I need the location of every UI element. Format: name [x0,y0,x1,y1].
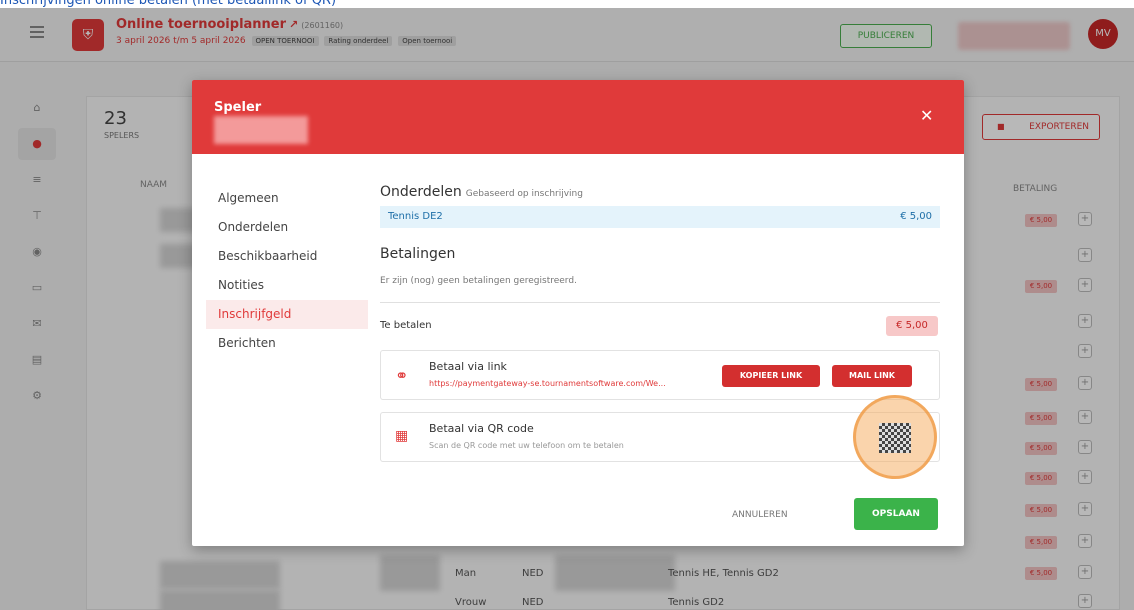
link-icon: ⚭ [395,366,409,385]
betalingen-title: Betalingen [380,246,456,262]
cancel-button[interactable]: ANNULEREN [732,510,788,520]
pay-link-url[interactable]: https://paymentgateway-se.tournamentsoft… [429,379,699,388]
modal-title: Speler [214,100,262,115]
player-name-blurred [214,116,308,144]
onderdeel-price: € 5,00 [900,211,932,222]
pay-qr-subtitle: Scan de QR code met uw telefoon om te be… [429,441,624,450]
menu-item-inschrijfgeld[interactable]: Inschrijfgeld [206,300,368,329]
onderdelen-heading: Onderdelen Gebaseerd op inschrijving [380,184,583,200]
te-betalen-amount: € 5,00 [886,316,938,336]
player-modal: Speler ✕ Algemeen Onderdelen Beschikbaar… [192,80,964,546]
modal-header: Speler ✕ [192,80,964,154]
te-betalen-label: Te betalen [380,320,432,331]
pay-link-title: Betaal via link [429,360,507,373]
menu-item-beschikbaarheid[interactable]: Beschikbaarheid [218,242,368,271]
mail-link-button[interactable]: MAIL LINK [832,365,912,387]
onderdeel-name: Tennis DE2 [388,211,443,222]
qr-code-icon: ▦ [395,428,409,444]
divider [380,302,940,303]
copy-link-button[interactable]: KOPIEER LINK [722,365,820,387]
modal-side-menu: Algemeen Onderdelen Beschikbaarheid Noti… [206,184,368,358]
pay-link-box: ⚭ Betaal via link https://paymentgateway… [380,350,940,400]
onderdeel-row: Tennis DE2 € 5,00 [380,206,940,228]
save-button[interactable]: OPSLAAN [854,498,938,530]
qr-code-image[interactable] [879,423,911,453]
menu-item-notities[interactable]: Notities [218,271,368,300]
menu-item-onderdelen[interactable]: Onderdelen [218,213,368,242]
pay-qr-title: Betaal via QR code [429,422,534,435]
onderdelen-title: Onderdelen [380,184,462,200]
banner-text: Inschrijvingen online betalen (met betaa… [0,0,337,8]
pay-qr-box: ▦ Betaal via QR code Scan de QR code met… [380,395,940,479]
no-payments-text: Er zijn (nog) geen betalingen geregistre… [380,276,577,286]
tutorial-banner: Inschrijvingen online betalen (met betaa… [0,0,1134,8]
close-icon[interactable]: ✕ [920,106,933,125]
menu-item-algemeen[interactable]: Algemeen [218,184,368,213]
onderdelen-subtitle: Gebaseerd op inschrijving [465,189,583,199]
menu-item-berichten[interactable]: Berichten [218,329,368,358]
